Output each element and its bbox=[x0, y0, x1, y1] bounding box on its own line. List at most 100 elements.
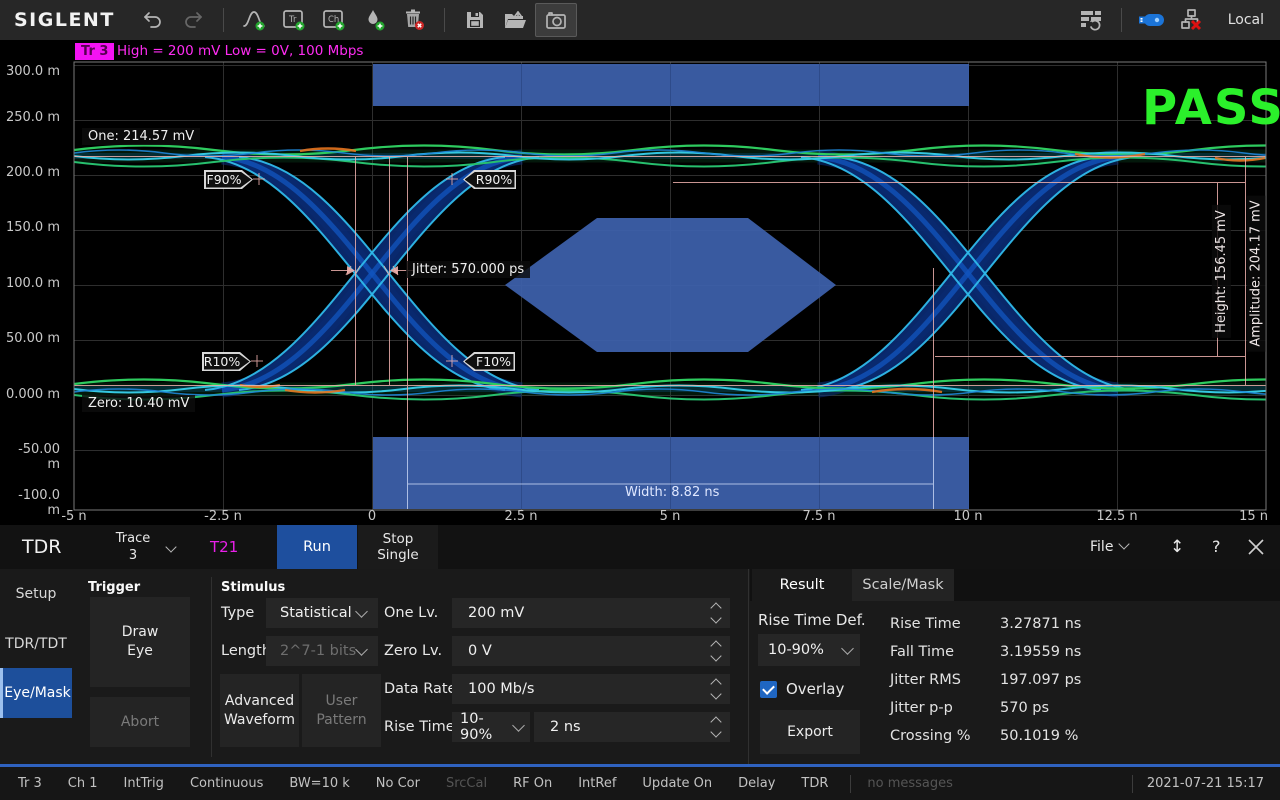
add-tr-measurement-icon[interactable]: Tr bbox=[274, 2, 314, 38]
status-message: no messages bbox=[867, 776, 953, 791]
result-name: Jitter p-p bbox=[890, 694, 953, 722]
usb-icon[interactable] bbox=[1132, 2, 1172, 38]
user-pattern-button[interactable]: UserPattern bbox=[302, 674, 381, 747]
delete-icon[interactable] bbox=[394, 2, 434, 38]
x-tick: -5 n bbox=[44, 509, 104, 524]
draw-eye-button[interactable]: DrawEye bbox=[90, 597, 190, 687]
status-mode[interactable]: TDR bbox=[801, 776, 828, 791]
abort-button[interactable]: Abort bbox=[90, 697, 190, 747]
sidebar-item-tdr-tdt[interactable]: TDR/TDT bbox=[0, 619, 72, 669]
status-srccal: SrcCal bbox=[446, 776, 487, 791]
tab-scale-mask[interactable]: Scale/Mask bbox=[852, 569, 954, 601]
length-label: Length bbox=[221, 636, 271, 666]
one-level-label: One: 214.57 mV bbox=[82, 128, 200, 145]
x-tick: 10 n bbox=[938, 509, 998, 524]
y-tick: 0.000 m bbox=[4, 387, 60, 402]
rise-time-def-dropdown-stimulus[interactable]: 10-90% bbox=[452, 712, 530, 742]
top-toolbar: SIGLENT Tr Ch Local bbox=[0, 0, 1280, 40]
one-level-input[interactable]: 200 mV bbox=[452, 598, 730, 628]
rise-time-input[interactable]: 2 ns bbox=[534, 712, 730, 742]
open-icon[interactable] bbox=[495, 2, 535, 38]
marker-r10[interactable]: R10% bbox=[202, 352, 251, 371]
eye-height-label: Height: 156.45 mV bbox=[1212, 205, 1231, 338]
type-dropdown[interactable]: Statistical bbox=[266, 598, 378, 628]
add-trace-icon[interactable] bbox=[234, 2, 274, 38]
add-marker-icon[interactable] bbox=[354, 2, 394, 38]
status-trace[interactable]: Tr 3 bbox=[18, 776, 42, 791]
advanced-waveform-button[interactable]: AdvancedWaveform bbox=[220, 674, 299, 747]
length-dropdown[interactable]: 2^7-1 bits bbox=[266, 636, 378, 666]
panel-title: TDR bbox=[22, 525, 61, 569]
result-name: Jitter RMS bbox=[890, 666, 961, 694]
status-sweep[interactable]: Continuous bbox=[190, 776, 263, 791]
status-channel[interactable]: Ch 1 bbox=[68, 776, 98, 791]
eye-width-label: Width: 8.82 ns bbox=[625, 485, 719, 500]
x-tick: 2.5 n bbox=[491, 509, 551, 524]
x-tick: 15 n bbox=[1216, 509, 1268, 524]
rise-time-label: Rise Time bbox=[384, 712, 455, 742]
chevron-down-icon bbox=[165, 541, 176, 552]
stop-single-button[interactable]: StopSingle bbox=[358, 525, 438, 569]
y-tick: 250.0 m bbox=[4, 110, 60, 125]
x-tick: 12.5 n bbox=[1087, 509, 1147, 524]
status-rf[interactable]: RF On bbox=[513, 776, 552, 791]
jitter-label: Jitter: 570.000 ps bbox=[406, 261, 530, 278]
close-icon[interactable] bbox=[1248, 525, 1264, 569]
save-icon[interactable] bbox=[455, 2, 495, 38]
eye-mask-panel: Setup TDR/TDT Eye/Mask Trigger DrawEye A… bbox=[0, 569, 1280, 766]
status-datetime: 2021-07-21 15:17 bbox=[1147, 776, 1264, 791]
zero-level-label: Zero: 10.40 mV bbox=[82, 395, 195, 412]
result-value: 50.1019 % bbox=[1000, 722, 1078, 750]
export-button[interactable]: Export bbox=[760, 710, 860, 754]
help-icon[interactable]: ? bbox=[1212, 525, 1221, 569]
y-tick: 150.0 m bbox=[4, 220, 60, 235]
status-delay[interactable]: Delay bbox=[738, 776, 775, 791]
status-trigger[interactable]: IntTrig bbox=[124, 776, 164, 791]
y-tick: 200.0 m bbox=[4, 165, 60, 180]
add-channel-icon[interactable]: Ch bbox=[314, 2, 354, 38]
undo-icon[interactable] bbox=[133, 2, 173, 38]
mask-test-pass-label: PASS bbox=[1142, 80, 1280, 136]
result-name: Rise Time bbox=[890, 610, 961, 638]
run-button[interactable]: Run bbox=[277, 525, 357, 569]
resize-panel-icon[interactable]: ↕ bbox=[1170, 525, 1184, 569]
data-rate-input[interactable]: 100 Mb/s bbox=[452, 674, 730, 704]
overlay-checkbox[interactable] bbox=[760, 681, 777, 698]
overlay-label: Overlay bbox=[786, 675, 844, 703]
eye-diagram-plot bbox=[0, 0, 1280, 525]
status-correction[interactable]: No Cor bbox=[376, 776, 420, 791]
trace-id-label[interactable]: T21 bbox=[210, 525, 238, 569]
rise-time-def-dropdown[interactable]: 10-90% bbox=[758, 634, 860, 666]
marker-f10[interactable]: F10% bbox=[463, 352, 515, 371]
x-tick: 0 bbox=[342, 509, 402, 524]
marker-r90[interactable]: R90% bbox=[463, 170, 516, 189]
data-rate-label: Data Rate bbox=[384, 674, 456, 704]
status-ref[interactable]: IntRef bbox=[578, 776, 616, 791]
y-tick: 300.0 m bbox=[4, 64, 60, 79]
tab-result[interactable]: Result bbox=[752, 569, 852, 601]
trace-info-label: High = 200 mV Low = 0V, 100 Mbps bbox=[117, 43, 363, 60]
sidebar-item-eye-mask[interactable]: Eye/Mask bbox=[0, 668, 72, 718]
zero-level-input[interactable]: 0 V bbox=[452, 636, 730, 666]
result-value: 3.27871 ns bbox=[1000, 610, 1081, 638]
trace-badge[interactable]: Tr 3 bbox=[75, 43, 114, 60]
file-menu[interactable]: File bbox=[1090, 525, 1128, 569]
trigger-group-title: Trigger bbox=[88, 580, 140, 595]
status-bar: Tr 3 Ch 1 IntTrig Continuous BW=10 k No … bbox=[0, 767, 1280, 800]
sidebar-item-setup[interactable]: Setup bbox=[0, 569, 72, 619]
redo-icon[interactable] bbox=[173, 2, 213, 38]
zero-level-field-label: Zero Lv. bbox=[384, 636, 442, 666]
status-update[interactable]: Update On bbox=[642, 776, 712, 791]
type-label: Type bbox=[221, 598, 254, 628]
x-tick: 5 n bbox=[640, 509, 700, 524]
screenshot-icon[interactable] bbox=[535, 3, 577, 37]
trace-selector[interactable]: Trace3 bbox=[103, 530, 163, 564]
status-bandwidth[interactable]: BW=10 k bbox=[289, 776, 349, 791]
one-level-field-label: One Lv. bbox=[384, 598, 438, 628]
lan-error-icon[interactable] bbox=[1172, 2, 1212, 38]
session-manager-icon[interactable] bbox=[1071, 2, 1111, 38]
result-value: 197.097 ps bbox=[1000, 666, 1081, 694]
marker-f90[interactable]: F90% bbox=[204, 170, 253, 189]
stimulus-group-title: Stimulus bbox=[221, 580, 285, 595]
scope-screen: SIGLENT Tr Ch Local Tr 3 High = 200 mV L… bbox=[0, 0, 1280, 800]
